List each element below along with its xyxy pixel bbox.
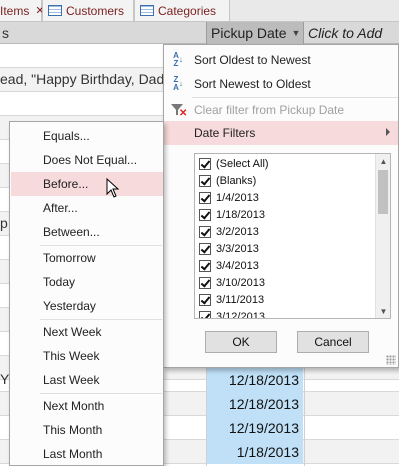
resize-grip-icon[interactable]	[386, 355, 396, 365]
cell-text: ead, "Happy Birthday, Dadd	[0, 71, 173, 87]
checkbox[interactable]	[199, 310, 211, 318]
date-filter-this-week[interactable]: This Week	[11, 344, 163, 368]
menu-item-label: Sort Oldest to Newest	[194, 53, 311, 67]
table-icon	[48, 5, 62, 16]
date-filter-tomorrow[interactable]: Tomorrow	[11, 246, 163, 270]
filter-value-item[interactable]: 3/3/2013	[199, 240, 259, 257]
pickup-date-cell[interactable]: 12/18/2013	[207, 368, 303, 392]
date-filter-next-week[interactable]: Next Week	[11, 320, 163, 344]
date-filter-last-week[interactable]: Last Week	[11, 368, 163, 392]
object-tab-strip: Items ✕ Customers Categories	[0, 0, 399, 22]
checkbox[interactable]	[199, 225, 211, 238]
tab-items[interactable]: Items ✕	[0, 0, 45, 22]
checkbox-label: 1/18/2013	[216, 208, 265, 221]
tab-label: Items	[0, 3, 30, 18]
pickup-date-cell[interactable]: 1/18/2013	[207, 440, 303, 464]
filter-value-item[interactable]: 3/10/2013	[199, 274, 265, 291]
date-filter-before[interactable]: Before...	[11, 172, 163, 196]
column-header-label: Pickup Date	[211, 25, 287, 41]
checkbox-label: 3/3/2013	[216, 242, 259, 255]
sort-descending-icon: Z A ↓	[173, 75, 183, 92]
column-filter-menu: A Z ↓ Sort Oldest to Newest Z A ↓ Sort Newes…	[163, 44, 399, 368]
cell-text: Y	[0, 371, 10, 387]
checkbox-label: (Blanks)	[216, 174, 257, 187]
date-filter-does-not-equal[interactable]: Does Not Equal...	[11, 148, 163, 172]
checkbox-label: 3/12/2013	[216, 310, 265, 319]
menu-item-label: Sort Newest to Oldest	[194, 77, 311, 91]
checkbox-label: 3/10/2013	[216, 276, 265, 289]
checkbox-label: 3/2/2013	[216, 225, 259, 238]
dropdown-arrow-icon[interactable]: ▼	[291, 28, 300, 38]
date-filter-after[interactable]: After...	[11, 196, 163, 220]
checkbox[interactable]	[199, 157, 211, 170]
menu-item-label: Clear filter from Pickup Date	[194, 103, 345, 117]
date-filter-yesterday[interactable]: Yesterday	[11, 294, 163, 318]
tab-label: Customers	[66, 3, 125, 18]
pickup-date-cell[interactable]: 12/19/2013	[207, 416, 303, 440]
pickup-date-column-header[interactable]: Pickup Date ▼	[206, 22, 304, 44]
filter-value-item[interactable]: 3/4/2013	[199, 257, 259, 274]
cancel-button[interactable]: Cancel	[297, 331, 369, 353]
date-filters-item[interactable]: Date Filters	[164, 121, 398, 145]
date-filter-equals[interactable]: Equals...	[11, 124, 163, 148]
filter-value-list[interactable]: (Select All) (Blanks) 1/4/2013 1/18/2013…	[194, 153, 391, 319]
tab-label: Categories	[158, 3, 217, 18]
cell-text: p	[0, 215, 8, 231]
date-filter-between[interactable]: Between...	[11, 220, 163, 244]
checkbox-label: 3/11/2013	[216, 293, 265, 306]
checkbox[interactable]	[199, 174, 211, 187]
tab-customers[interactable]: Customers	[42, 0, 134, 22]
checkbox[interactable]	[199, 208, 211, 221]
date-filters-submenu: Equals... Does Not Equal... Before... Af…	[9, 121, 164, 466]
filter-value-item[interactable]: 3/11/2013	[199, 291, 264, 308]
date-filter-this-month[interactable]: This Month	[11, 418, 163, 442]
sort-oldest-to-newest-item[interactable]: A Z ↓ Sort Oldest to Newest	[164, 48, 398, 72]
checkbox-label: (Select All)	[216, 157, 269, 170]
filter-value-item[interactable]: 1/18/2013	[199, 206, 265, 223]
sort-newest-to-oldest-item[interactable]: Z A ↓ Sort Newest to Oldest	[164, 72, 398, 96]
scrollbar-thumb[interactable]	[378, 170, 388, 214]
filter-value-select-all[interactable]: (Select All)	[199, 155, 269, 172]
clear-filter-item[interactable]: ✕ Clear filter from Pickup Date	[164, 98, 398, 122]
pickup-date-cell[interactable]: 12/18/2013	[207, 392, 303, 416]
filter-value-item[interactable]: (Blanks)	[199, 172, 256, 189]
click-to-add-column[interactable]: Click to Add	[304, 22, 399, 44]
checkbox-label: 1/4/2013	[216, 191, 259, 204]
scroll-up-icon[interactable]: ▲	[376, 154, 390, 168]
clear-filter-icon: ✕	[164, 98, 192, 122]
list-scrollbar[interactable]: ▲ ▼	[375, 154, 390, 318]
filter-value-item[interactable]: 3/12/2013	[199, 308, 265, 319]
date-filter-last-month[interactable]: Last Month	[11, 442, 163, 466]
checkbox-label: 3/4/2013	[216, 259, 259, 272]
datasheet-header: s Pickup Date ▼ Click to Add	[0, 22, 399, 44]
checkbox[interactable]	[199, 293, 211, 306]
checkbox[interactable]	[199, 276, 211, 289]
checkbox[interactable]	[199, 242, 211, 255]
scroll-down-icon[interactable]: ▼	[376, 304, 390, 318]
filter-value-item[interactable]: 1/4/2013	[199, 189, 259, 206]
ok-button[interactable]: OK	[205, 331, 277, 353]
checkbox[interactable]	[199, 191, 211, 204]
table-icon	[140, 5, 154, 16]
menu-item-label: Date Filters	[194, 126, 256, 140]
filter-value-item[interactable]: 3/2/2013	[199, 223, 259, 240]
date-filter-today[interactable]: Today	[11, 270, 163, 294]
checkbox[interactable]	[199, 259, 211, 272]
tab-categories[interactable]: Categories	[134, 0, 230, 22]
submenu-arrow-icon	[386, 128, 390, 136]
column-header[interactable]: s	[0, 22, 206, 44]
sort-ascending-icon: A Z ↓	[173, 51, 183, 68]
date-filter-next-month[interactable]: Next Month	[11, 394, 163, 418]
mouse-cursor-icon	[106, 178, 120, 198]
